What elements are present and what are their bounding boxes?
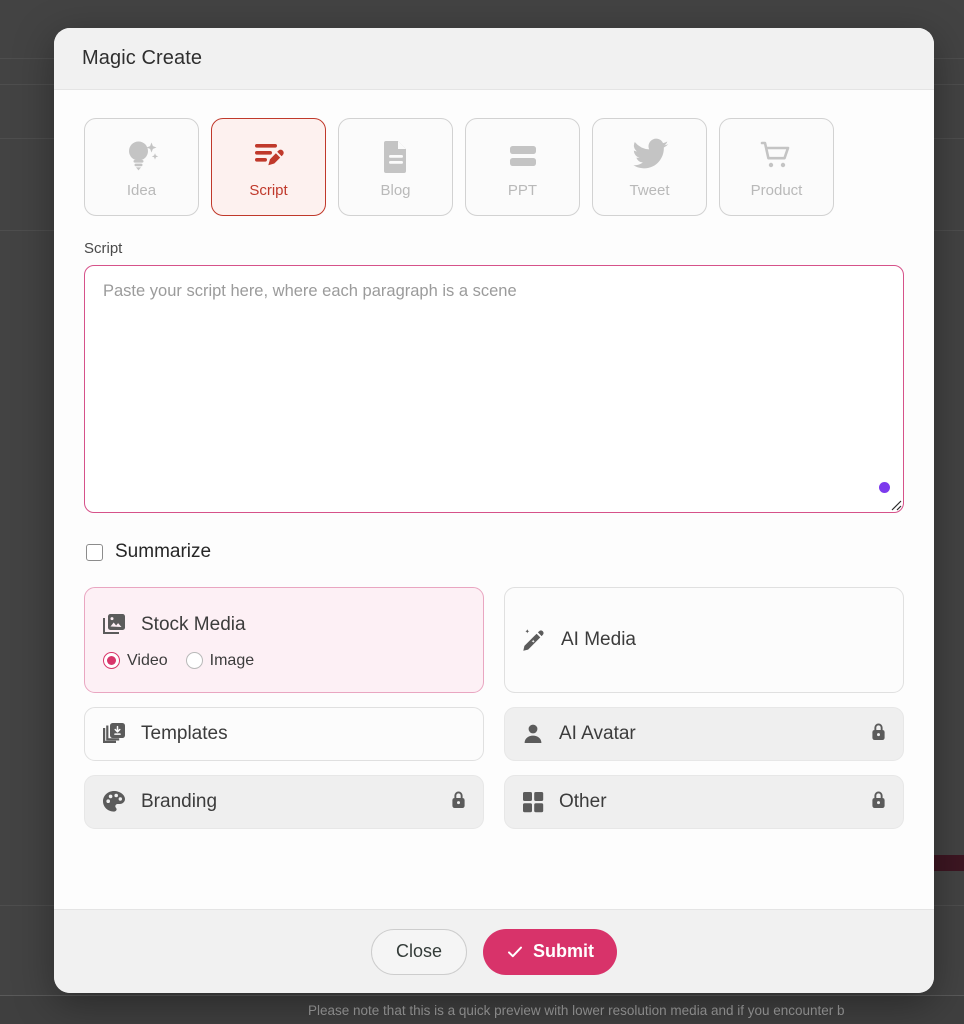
lightbulb-sparkle-icon: [122, 136, 162, 176]
magic-create-dialog: Magic Create Idea Script Blog PPT Tweet …: [54, 28, 934, 993]
person-icon: [521, 722, 545, 746]
slides-icon: [503, 136, 543, 176]
option-label: Stock Media: [141, 613, 246, 635]
tab-blog[interactable]: Blog: [338, 118, 453, 216]
option-header: Stock Media: [101, 612, 467, 638]
dialog-body: Idea Script Blog PPT Tweet Product Scrip…: [54, 90, 934, 909]
summarize-checkbox[interactable]: [86, 543, 103, 561]
backdrop-highlight-band: [930, 855, 964, 871]
option-header: Templates: [101, 721, 228, 747]
option-header: Other: [521, 790, 607, 814]
magic-wand-icon: [521, 627, 547, 653]
option-label: Branding: [141, 791, 218, 812]
option-header: AI Media: [521, 627, 636, 653]
summarize-label: Summarize: [115, 541, 212, 562]
option-stock-media[interactable]: Stock Media Video Image: [84, 587, 484, 693]
option-label: Templates: [141, 723, 228, 744]
document-icon: [376, 136, 416, 176]
twitter-bird-icon: [630, 136, 670, 176]
script-field-label: Script: [84, 240, 123, 257]
check-icon: [508, 946, 522, 957]
option-header: Branding: [101, 789, 217, 815]
close-button[interactable]: Close: [371, 928, 467, 975]
option-label: AI Avatar: [559, 723, 636, 744]
tab-label: PPT: [507, 181, 538, 199]
option-header: AI Avatar: [521, 722, 636, 746]
tab-product[interactable]: Product: [719, 118, 834, 216]
lock-icon: [870, 790, 887, 814]
stock-media-radio-group: Video Image: [101, 652, 467, 670]
dialog-title: Magic Create: [82, 47, 203, 69]
tab-label: Script: [249, 181, 288, 199]
shopping-cart-icon: [757, 136, 797, 176]
option-templates[interactable]: Templates: [84, 707, 484, 761]
radio-video[interactable]: Video: [103, 652, 168, 670]
radio-label: Video: [127, 651, 168, 669]
tab-label: Tweet: [629, 181, 670, 199]
radio-label: Image: [209, 651, 255, 669]
media-options-grid: Stock Media Video Image AI Media Templat…: [84, 587, 904, 829]
script-pencil-icon: [249, 136, 289, 176]
stock-media-image-icon: [101, 612, 127, 638]
submit-button[interactable]: Submit: [483, 928, 617, 975]
tab-label: Product: [750, 181, 803, 199]
radio-indicator: [103, 652, 120, 669]
lock-icon: [870, 722, 887, 746]
tab-label: Idea: [126, 181, 157, 199]
option-branding[interactable]: Branding: [84, 775, 484, 829]
submit-label: Submit: [533, 941, 594, 961]
content-type-tabs: Idea Script Blog PPT Tweet Product: [84, 118, 904, 216]
tab-tweet[interactable]: Tweet: [592, 118, 707, 216]
tab-ppt[interactable]: PPT: [465, 118, 580, 216]
tab-idea[interactable]: Idea: [84, 118, 199, 216]
script-input[interactable]: [84, 265, 904, 513]
palette-icon: [101, 789, 127, 815]
radio-indicator: [185, 652, 203, 669]
option-other[interactable]: Other: [504, 775, 904, 829]
dialog-header: Magic Create: [54, 28, 934, 90]
option-ai-avatar[interactable]: AI Avatar: [504, 707, 904, 761]
templates-icon: [101, 721, 127, 747]
option-label: AI Media: [561, 629, 636, 650]
option-ai-media[interactable]: AI Media: [504, 587, 904, 693]
tab-script[interactable]: Script: [211, 118, 326, 216]
dialog-footer: Close Submit: [54, 909, 934, 993]
radio-image[interactable]: Image: [185, 651, 255, 670]
tab-label: Blog: [380, 181, 411, 199]
summarize-row[interactable]: Summarize: [84, 541, 904, 563]
grid-squares-icon: [521, 790, 545, 814]
preview-note-text: Please note that this is a quick preview…: [0, 995, 964, 1024]
option-label: Other: [559, 791, 607, 812]
script-field-wrapper: [84, 265, 904, 513]
lock-icon: [450, 790, 467, 814]
